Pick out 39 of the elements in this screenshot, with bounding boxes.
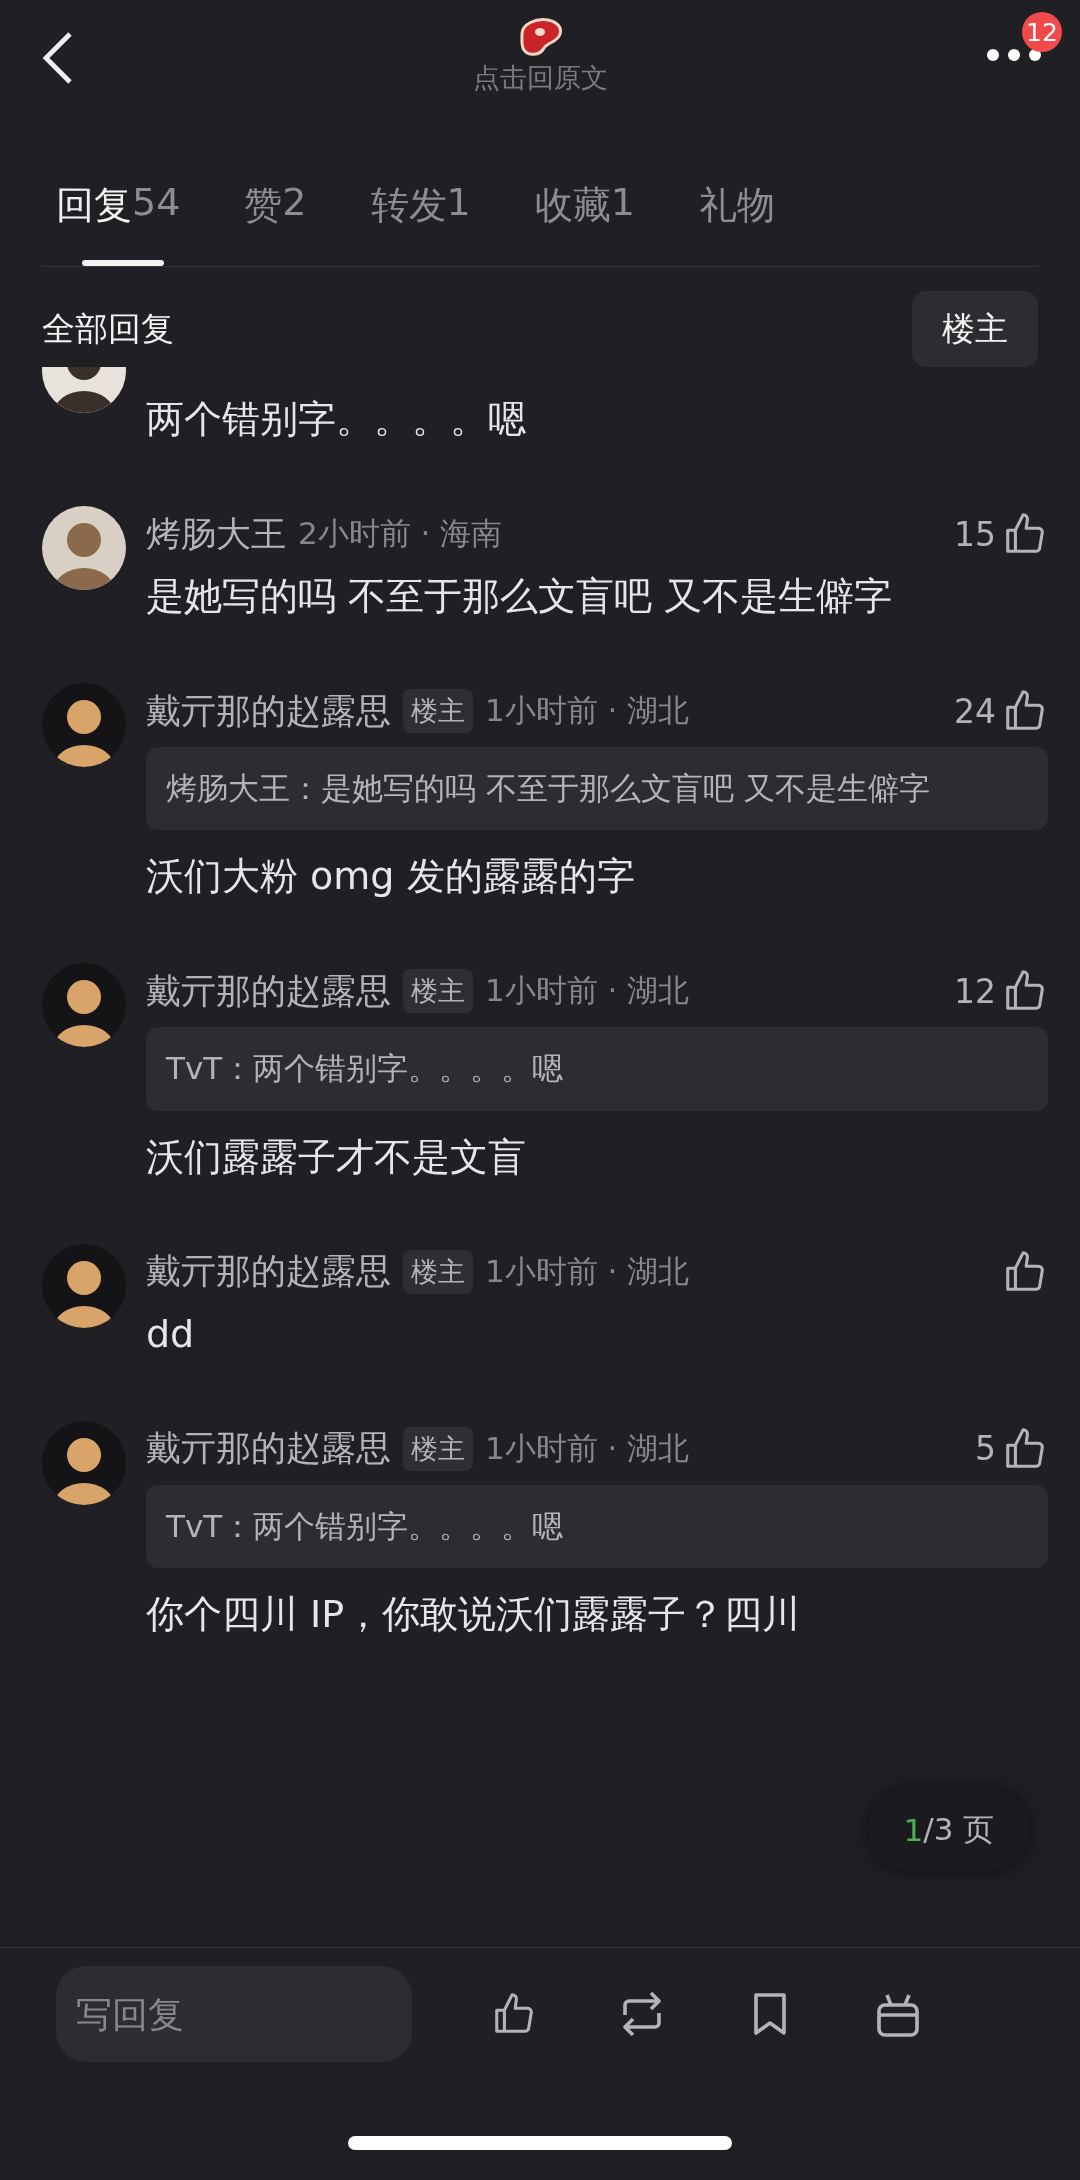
comment-meta: 1小时前 · 湖北 xyxy=(485,1251,691,1291)
comment-text: 沃们大粉 omg 发的露露的字 xyxy=(146,853,636,901)
user-name[interactable]: 戴亓那的赵露思 xyxy=(146,1425,391,1473)
comment-text: dd xyxy=(146,1310,196,1358)
user-name[interactable]: 戴亓那的赵露思 xyxy=(146,967,391,1015)
like-count: 15 xyxy=(954,514,996,554)
user-name[interactable]: 戴亓那的赵露思 xyxy=(146,687,391,735)
tab[interactable]: 转发1 xyxy=(370,180,471,266)
user-name[interactable]: 烤肠大王 xyxy=(146,510,286,558)
tab[interactable]: 回复54 xyxy=(56,180,181,266)
reply-input[interactable]: 写回复 xyxy=(56,1966,412,2062)
user-name[interactable]: 戴亓那的赵露思 xyxy=(146,1248,391,1296)
notification-badge: 12 xyxy=(1022,12,1062,52)
more-icon[interactable] xyxy=(986,48,1042,62)
quoted-reply: TvT：两个错别字。。。。嗯 xyxy=(146,1484,1048,1569)
comment-meta: 1小时前 · 湖北 xyxy=(485,1428,691,1468)
comment-text: 两个错别字。。。。嗯 xyxy=(146,396,527,443)
op-badge: 楼主 xyxy=(403,1426,473,1471)
tab[interactable]: 礼物 xyxy=(698,180,775,266)
op-badge: 楼主 xyxy=(403,1249,473,1294)
like-count: 12 xyxy=(954,971,996,1011)
section-title: 全部回复 xyxy=(42,307,174,350)
comment-meta: 2小时前 · 海南 xyxy=(298,514,504,553)
op-badge: 楼主 xyxy=(403,689,473,733)
comment-text: 沃们露露子才不是文盲 xyxy=(146,1133,527,1181)
tab[interactable]: 收藏1 xyxy=(534,180,635,266)
op-filter-button[interactable]: 楼主 xyxy=(912,291,1038,367)
back-to-post-link[interactable]: 点击回原文 xyxy=(472,60,608,96)
comment-text: 是她写的吗 不至于那么文盲吧 又不是生僻字 xyxy=(146,573,894,620)
like-count: 5 xyxy=(975,1429,996,1469)
comment-meta: 1小时前 · 湖北 xyxy=(485,971,691,1011)
comment-text: 你个四川 IP，你敢说沃们露露子？四川 xyxy=(146,1591,802,1639)
quoted-reply: 烤肠大王：是她写的吗 不至于那么文盲吧 又不是生僻字 xyxy=(146,747,1048,831)
op-badge: 楼主 xyxy=(403,969,473,1014)
quoted-reply: TvT：两个错别字。。。。嗯 xyxy=(146,1027,1048,1111)
tab[interactable]: 赞2 xyxy=(244,180,307,266)
page-indicator[interactable]: 1/3 页 xyxy=(868,1789,1030,1871)
comment-meta: 1小时前 · 湖北 xyxy=(485,691,691,730)
like-count: 24 xyxy=(954,691,996,731)
